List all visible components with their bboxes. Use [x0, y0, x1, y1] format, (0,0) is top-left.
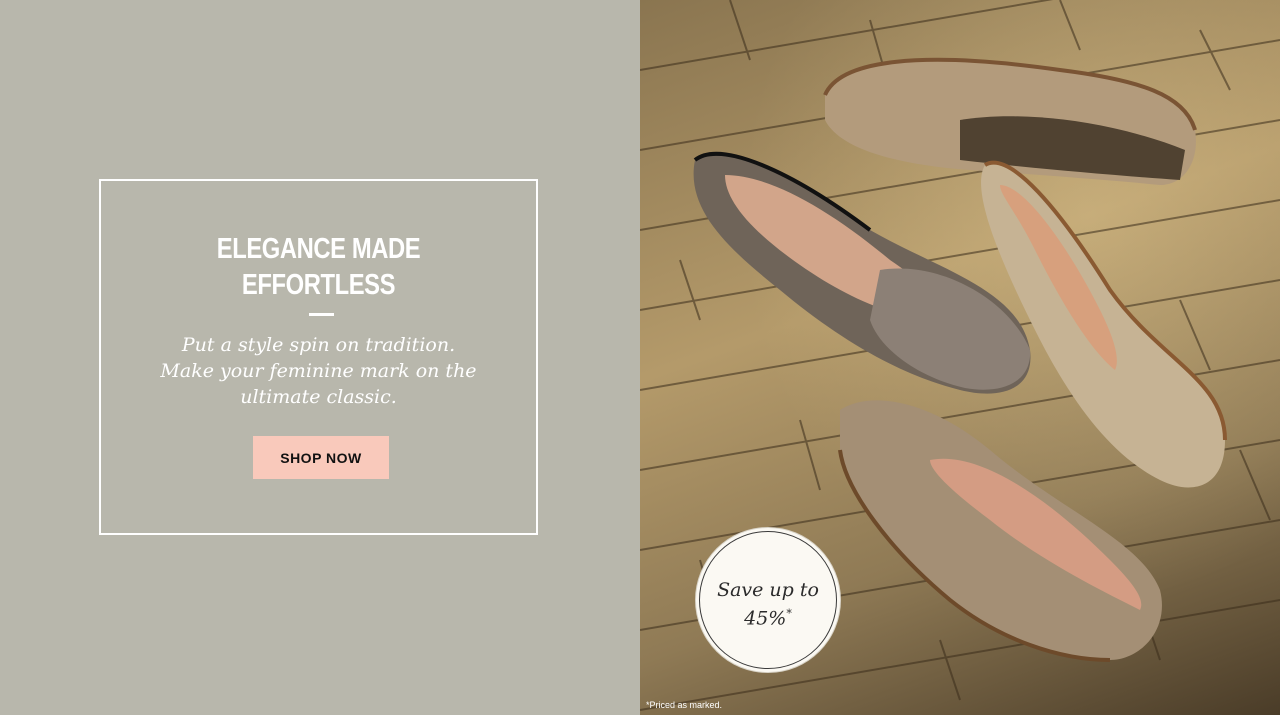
- headline-line: ELEGANCE MADE: [216, 233, 421, 265]
- badge-text: Save up to 45%*: [696, 578, 840, 630]
- badge-line: 45%*: [696, 602, 840, 630]
- promo-box: ELEGANCE MADE EFFORTLESS Put a style spi…: [99, 179, 538, 535]
- promo-headline: ELEGANCE MADE EFFORTLESS: [140, 231, 497, 303]
- promo-panel: ELEGANCE MADE EFFORTLESS Put a style spi…: [0, 0, 640, 715]
- subtext-line: Make your feminine mark on the: [160, 360, 477, 382]
- subtext-line: Put a style spin on tradition.: [181, 334, 456, 356]
- badge-line: Save up to: [717, 579, 819, 601]
- headline-divider: [309, 313, 334, 316]
- badge-footnote-marker: *: [786, 607, 792, 620]
- badge-percent: 45%: [744, 607, 787, 630]
- save-badge: Save up to 45%*: [696, 528, 840, 672]
- subtext-line: ultimate classic.: [240, 386, 397, 408]
- price-footnote: *Priced as marked.: [646, 700, 723, 710]
- shop-now-button[interactable]: SHOP NOW: [253, 436, 389, 479]
- headline-line: EFFORTLESS: [241, 269, 396, 301]
- promo-subtext: Put a style spin on tradition. Make your…: [101, 332, 536, 410]
